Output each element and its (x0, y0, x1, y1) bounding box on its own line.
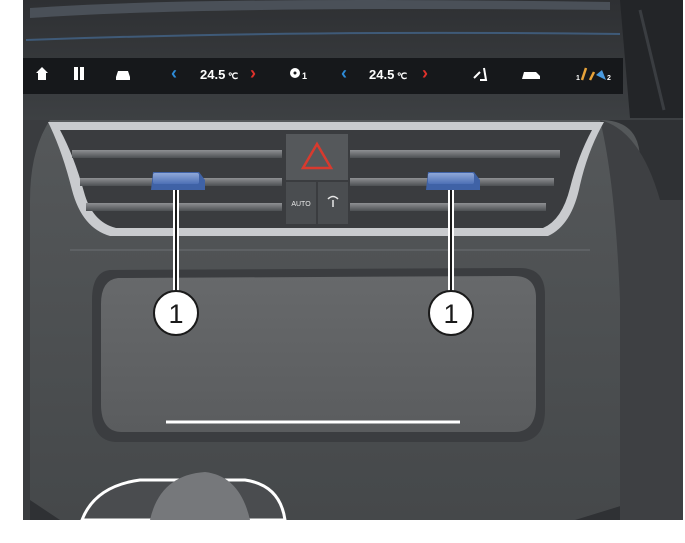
hazard-button-panel (286, 134, 348, 180)
driver-temp-unit: ℃ (228, 71, 238, 81)
climate-bar: ‹ 24.5 ℃ › 1 ‹ 24.5 ℃ › 1 2 (23, 58, 623, 94)
passenger-temp-unit: ℃ (397, 71, 407, 81)
left-vent-slat (86, 203, 282, 211)
left-vent-tab[interactable] (151, 172, 205, 190)
fan-icon[interactable] (290, 68, 300, 78)
driver-temp-up-button[interactable]: › (250, 63, 256, 83)
passenger-temp-up-button[interactable]: › (422, 63, 428, 83)
fan-level: 1 (302, 71, 307, 81)
passenger-temp: 24.5 (369, 67, 394, 82)
driver-temp: 24.5 (200, 67, 225, 82)
left-callout-number: 1 (168, 299, 183, 329)
auto-label: AUTO (291, 201, 311, 208)
seat-label-left: 1 (576, 75, 580, 82)
seat-label-right: 2 (607, 75, 611, 82)
vent-diagram: ‹ 24.5 ℃ › 1 ‹ 24.5 ℃ › 1 2 AUTO 1 1 (23, 0, 683, 522)
right-callout-number: 1 (443, 299, 458, 329)
right-vent-slat (350, 150, 560, 158)
left-vent-slat (72, 150, 282, 158)
passenger-temp-down-button[interactable]: ‹ (341, 63, 347, 83)
right-vent-tab[interactable] (426, 172, 480, 190)
car-icon[interactable] (116, 71, 130, 80)
driver-temp-down-button[interactable]: ‹ (171, 63, 177, 83)
